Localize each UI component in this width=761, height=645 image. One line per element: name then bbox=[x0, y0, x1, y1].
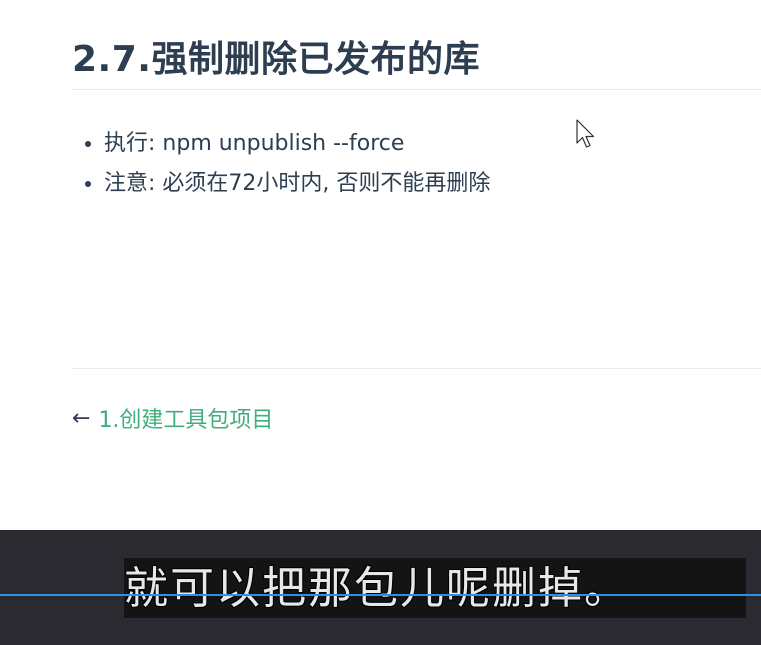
title-divider bbox=[72, 89, 761, 90]
list-item-execute: 执行: npm unpublish --force bbox=[104, 124, 490, 164]
left-arrow-icon: ← bbox=[72, 405, 91, 431]
prev-page-link[interactable]: ← 1.创建工具包项目 bbox=[72, 402, 273, 434]
bullet-list: 执行: npm unpublish --force 注意: 必须在72小时内, … bbox=[72, 124, 490, 204]
list-item-note: 注意: 必须在72小时内, 否则不能再删除 bbox=[104, 164, 490, 204]
page-title: 2.7.强制删除已发布的库 bbox=[72, 39, 480, 80]
prev-page-label: 1.创建工具包项目 bbox=[98, 408, 274, 433]
video-subtitle: 就可以把那包儿呢删掉。 bbox=[124, 563, 630, 614]
mouse-pointer-icon bbox=[576, 119, 595, 148]
video-progress-line[interactable] bbox=[0, 594, 761, 596]
footer-divider bbox=[72, 368, 761, 369]
doc-page: 2.7.强制删除已发布的库 执行: npm unpublish --force … bbox=[0, 0, 761, 530]
